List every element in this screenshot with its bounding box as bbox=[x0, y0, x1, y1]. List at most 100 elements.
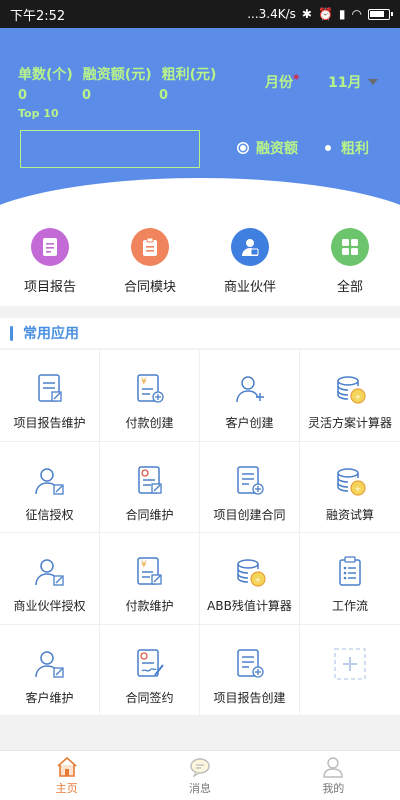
status-indicators: ...3.4K/s ✱ ⏰ ▮ ◠ bbox=[247, 7, 393, 21]
section-title: 常用应用 bbox=[23, 326, 79, 342]
month-select[interactable]: 11月 bbox=[328, 72, 361, 92]
stat-value-profit: 0 bbox=[159, 88, 169, 103]
wifi-icon: ◠ bbox=[351, 7, 362, 21]
nav-home[interactable]: 主页 bbox=[0, 751, 133, 800]
home-icon bbox=[57, 756, 77, 777]
month-label-text: 月份 bbox=[265, 75, 293, 91]
battery-icon bbox=[368, 8, 393, 20]
app-payment-maintain[interactable]: ¥ 付款维护 bbox=[100, 533, 200, 625]
signal-icon: ▮ bbox=[338, 7, 346, 21]
app-label: 合同维护 bbox=[125, 507, 174, 522]
app-label: 项目报告维护 bbox=[13, 416, 86, 430]
nav-label: 我的 bbox=[322, 781, 345, 795]
customer-edit-icon bbox=[34, 650, 64, 678]
app-payment-create[interactable]: ¥ 付款创建 bbox=[100, 350, 200, 442]
app-project-create-contract[interactable]: 项目创建合同 bbox=[200, 441, 300, 533]
nav-messages[interactable]: 消息 bbox=[133, 751, 266, 800]
svg-text:¥: ¥ bbox=[141, 377, 147, 387]
app-label: ABB残值计算器 bbox=[207, 599, 292, 613]
hero-wave bbox=[0, 178, 400, 214]
stat-value-financing: 0 bbox=[82, 88, 92, 103]
app-label: 项目报告创建 bbox=[213, 690, 286, 705]
nav-label: 消息 bbox=[188, 781, 211, 795]
svg-text:+: + bbox=[355, 484, 362, 493]
radio-selected-icon bbox=[240, 145, 246, 151]
status-bar: 下午2:52 ...3.4K/s ✱ ⏰ ▮ ◠ bbox=[0, 0, 400, 28]
legend-profit-label: 粗利 bbox=[341, 141, 369, 157]
payment-edit-icon: ¥ bbox=[136, 557, 162, 585]
quick-item-contract-module[interactable]: 合同模块 bbox=[100, 214, 200, 306]
svg-text:+: + bbox=[355, 393, 362, 402]
quick-item-label: 商业伙伴 bbox=[223, 280, 276, 295]
top10-label: Top 10 bbox=[18, 107, 59, 120]
app-label: 合同签约 bbox=[125, 690, 174, 705]
app-credit-authorization[interactable]: 征信授权 bbox=[0, 441, 100, 533]
svg-text:¥: ¥ bbox=[141, 560, 147, 570]
app-financing-trial[interactable]: + 融资试算 bbox=[300, 442, 400, 533]
app-label: 征信授权 bbox=[25, 507, 74, 522]
apps-grid: 项目报告维护 ¥ 付款创建 客户创建 + 灵活方案计算器 征信授权 合同维护 项… bbox=[0, 350, 400, 716]
profile-icon bbox=[323, 756, 344, 778]
app-project-report-create[interactable]: 项目报告创建 bbox=[200, 624, 300, 716]
add-app-icon bbox=[334, 647, 366, 680]
app-contract-maintain[interactable]: 合同维护 bbox=[100, 441, 200, 533]
quick-item-label: 合同模块 bbox=[123, 280, 176, 295]
payment-add-icon: ¥ bbox=[136, 374, 164, 403]
app-abb-residual-calculator[interactable]: + ABB残值计算器 bbox=[200, 533, 300, 625]
stat-label-count: 单数(个) bbox=[18, 67, 73, 83]
radio-unselected-icon bbox=[325, 145, 331, 151]
add-app-button[interactable] bbox=[300, 625, 400, 716]
app-project-report-maintain[interactable]: 项目报告维护 bbox=[0, 350, 100, 442]
quick-item-label: 全部 bbox=[336, 280, 363, 295]
partner-icon bbox=[231, 228, 269, 266]
app-label: 商业伙伴授权 bbox=[13, 599, 86, 613]
app-label: 付款维护 bbox=[125, 599, 174, 613]
quick-item-project-report[interactable]: 项目报告 bbox=[0, 214, 100, 306]
report-add-icon bbox=[236, 648, 264, 678]
contract-edit-icon bbox=[137, 465, 162, 494]
app-label: 客户维护 bbox=[25, 690, 74, 705]
document-icon bbox=[31, 228, 69, 266]
quick-item-all[interactable]: 全部 bbox=[300, 214, 400, 306]
customer-add-icon bbox=[235, 376, 264, 403]
app-label: 付款创建 bbox=[125, 416, 174, 430]
quick-modules: 项目报告 合同模块 商业伙伴 全部 bbox=[0, 214, 400, 306]
svg-text:+: + bbox=[254, 576, 261, 585]
nav-profile[interactable]: 我的 bbox=[267, 751, 400, 800]
coins-calculator-icon: + bbox=[337, 376, 366, 404]
alarm-icon: ⏰ bbox=[317, 7, 333, 21]
app-customer-create[interactable]: 客户创建 bbox=[200, 350, 300, 442]
legend-profit[interactable]: 粗利 bbox=[325, 138, 369, 158]
status-time: 下午2:52 bbox=[10, 8, 66, 24]
bottom-nav: 主页 消息 我的 bbox=[0, 750, 400, 800]
network-speed: ...3.4K/s bbox=[247, 7, 296, 21]
legend-financing-label: 融资额 bbox=[256, 141, 298, 157]
stat-value-count: 0 bbox=[18, 88, 28, 103]
app-partner-authorization[interactable]: 商业伙伴授权 bbox=[0, 533, 100, 625]
month-label: 月份* bbox=[265, 72, 299, 92]
top10-chart-area bbox=[20, 130, 200, 168]
app-label: 项目创建合同 bbox=[213, 507, 286, 522]
required-mark: * bbox=[293, 72, 300, 86]
coins-calculator-icon: + bbox=[236, 559, 266, 587]
section-accent-bar bbox=[10, 325, 13, 341]
app-label: 客户创建 bbox=[225, 416, 274, 430]
app-customer-maintain[interactable]: 客户维护 bbox=[0, 624, 100, 716]
stat-label-profit: 粗利(元) bbox=[161, 67, 217, 83]
contract-sign-icon bbox=[136, 648, 164, 677]
app-workflow[interactable]: 工作流 bbox=[300, 533, 400, 625]
app-flexible-plan-calculator[interactable]: + 灵活方案计算器 bbox=[300, 350, 400, 442]
chevron-down-icon[interactable] bbox=[368, 79, 378, 85]
legend-financing[interactable]: 融资额 bbox=[240, 138, 298, 158]
quick-item-business-partner[interactable]: 商业伙伴 bbox=[200, 214, 300, 306]
bluetooth-icon: ✱ bbox=[301, 7, 312, 21]
project-contract-icon bbox=[236, 465, 264, 495]
nav-label: 主页 bbox=[55, 781, 78, 795]
stat-labels: 单数(个) 融资额(元) 粗利(元) bbox=[18, 64, 216, 84]
grid-icon bbox=[331, 228, 369, 266]
app-label: 融资试算 bbox=[325, 507, 374, 522]
coins-calculator-icon: + bbox=[337, 467, 366, 496]
app-contract-sign[interactable]: 合同签约 bbox=[100, 624, 200, 716]
app-label: 工作流 bbox=[331, 599, 368, 613]
partner-auth-icon bbox=[34, 559, 64, 586]
